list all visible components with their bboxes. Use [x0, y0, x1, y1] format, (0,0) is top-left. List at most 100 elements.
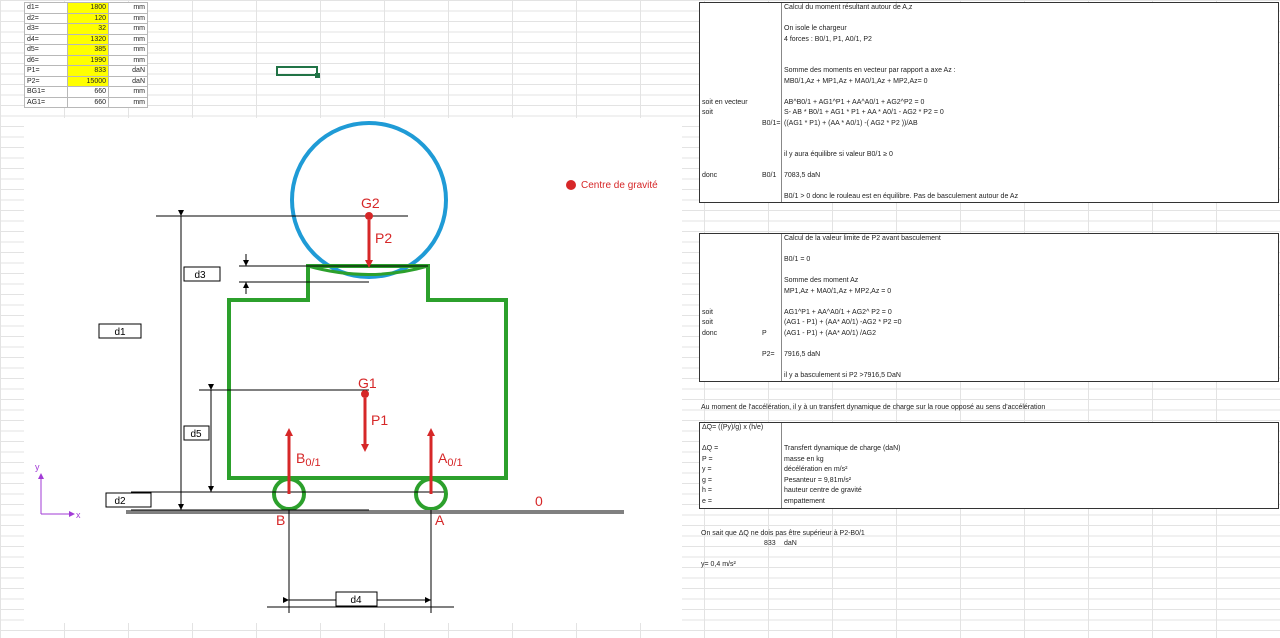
cell-c[interactable]: MP1,Az + MA0/1,Az + MP2,Az = 0 [784, 287, 891, 297]
cell-c[interactable]: AB^B0/1 + AG1^P1 + AA^A0/1 + AG2^P2 = 0 [784, 98, 924, 108]
param-value[interactable]: 385 [67, 44, 109, 56]
cell-c[interactable]: il y aura équilibre si valeur B0/1 ≥ 0 [784, 150, 893, 160]
cell-a[interactable]: ΔQ = [702, 444, 718, 454]
panel-p2-limit: Calcul de la valeur limite de P2 avant b… [699, 233, 1279, 382]
cell-b[interactable]: B0/1 [762, 171, 776, 181]
cell-c[interactable]: On isole le chargeur [784, 24, 847, 34]
panel-row: B0/1 = 0 [700, 255, 1278, 265]
param-value[interactable]: 833 [67, 65, 109, 77]
cell-a[interactable]: soit [702, 308, 713, 318]
cell-c[interactable]: (AG1 - P1) + (AA* A0/1) /AG2 [784, 329, 876, 339]
cell-a[interactable]: soit [702, 318, 713, 328]
param-row: d4= 1320 mm [24, 33, 148, 45]
param-row: BG1= 660 mm [24, 86, 148, 98]
selected-cell[interactable] [276, 66, 320, 78]
cell-c[interactable]: il y a basculement si P2 >7916,5 DaN [784, 371, 901, 381]
param-value[interactable]: 660 [67, 96, 109, 108]
cell-c[interactable]: masse en kg [784, 455, 824, 465]
label-b01: B0/1 [296, 450, 321, 469]
param-unit[interactable]: mm [108, 86, 148, 98]
cell-a[interactable]: e = [702, 497, 712, 507]
param-row: P1= 833 daN [24, 65, 148, 77]
panel-row: ΔQ= ((Py)/g) x (h/e) [700, 423, 1278, 433]
label-a01-sub: 0/1 [447, 457, 462, 469]
param-value[interactable]: 15000 [67, 75, 109, 87]
cell-c[interactable]: empattement [784, 497, 825, 507]
param-row: P2= 15000 daN [24, 75, 148, 87]
param-name[interactable]: d4= [24, 33, 68, 45]
panel-row: h = hauteur centre de gravité [700, 486, 1278, 496]
cell-c[interactable]: B0/1 > 0 donc le rouleau est en équilibr… [784, 192, 1018, 202]
label-zero: 0 [535, 493, 543, 509]
param-row: d1= 1800 mm [24, 2, 148, 14]
param-name[interactable]: d6= [24, 54, 68, 66]
param-value[interactable]: 1990 [67, 54, 109, 66]
cell-b[interactable]: B0/1= [762, 119, 781, 129]
cell-a[interactable]: g = [702, 476, 712, 486]
cell-c[interactable]: hauteur centre de gravité [784, 486, 862, 496]
param-value[interactable]: 32 [67, 23, 109, 35]
cell-c[interactable]: Transfert dynamique de charge (daN) [784, 444, 900, 454]
cell-b[interactable]: P [762, 329, 767, 339]
param-name[interactable]: BG1= [24, 86, 68, 98]
param-unit[interactable]: mm [108, 54, 148, 66]
param-value[interactable]: 660 [67, 86, 109, 98]
cell-c[interactable]: Somme des moment Az [784, 276, 858, 286]
panel-row: Somme des moment Az [700, 276, 1278, 286]
panel-row: Somme des moments en vecteur par rapport… [700, 66, 1278, 76]
cell-c[interactable]: AG1^P1 + AA^A0/1 + AG2^ P2 = 0 [784, 308, 892, 318]
cell-a[interactable]: y = [702, 465, 712, 475]
cell-c[interactable]: (AG1 - P1) + (AA* A0/1) -AG2 * P2 =0 [784, 318, 902, 328]
label-a01: A0/1 [438, 450, 463, 469]
cell-a[interactable]: donc [702, 329, 717, 339]
label-b: B [276, 512, 285, 528]
dim-label-d2: d2 [114, 496, 126, 507]
param-unit[interactable]: mm [108, 2, 148, 14]
cell-c[interactable]: S- AB * B0/1 + AG1 * P1 + AA * A0/1 - AG… [784, 108, 944, 118]
param-name[interactable]: d2= [24, 12, 68, 24]
cell-c[interactable]: ((AG1 * P1) + (AA * A0/1) -( AG2 * P2 ))… [784, 119, 918, 129]
param-unit[interactable]: mm [108, 44, 148, 56]
cell-c[interactable]: Pesanteur = 9,81m/s² [784, 476, 851, 486]
param-name[interactable]: P1= [24, 65, 68, 77]
panel-row: MB0/1,Az + MP1,Az + MA0/1,Az + MP2,Az= 0 [700, 77, 1278, 87]
param-unit[interactable]: mm [108, 23, 148, 35]
param-name[interactable]: d5= [24, 44, 68, 56]
param-value[interactable]: 1320 [67, 33, 109, 45]
cell-a[interactable]: h = [702, 486, 712, 496]
param-name[interactable]: P2= [24, 75, 68, 87]
param-name[interactable]: AG1= [24, 96, 68, 108]
cell-c[interactable]: 7083,5 daN [784, 171, 820, 181]
cell-a[interactable]: soit [702, 108, 713, 118]
cell-c[interactable]: 7916,5 daN [784, 350, 820, 360]
panel-row: MP1,Az + MA0/1,Az + MP2,Az = 0 [700, 287, 1278, 297]
cell-a[interactable]: soit en vecteur [702, 98, 748, 108]
param-unit[interactable]: daN [108, 75, 148, 87]
cell-c[interactable]: décélération en m/s² [784, 465, 847, 475]
cell-a[interactable]: P = [702, 455, 713, 465]
param-unit[interactable]: mm [108, 96, 148, 108]
panel-row [700, 56, 1278, 66]
param-unit[interactable]: daN [108, 65, 148, 77]
cell-c[interactable]: Somme des moments en vecteur par rapport… [784, 66, 956, 76]
param-unit[interactable]: mm [108, 33, 148, 45]
cell-c[interactable]: B0/1 = 0 [784, 255, 810, 265]
dim-label-d3: d3 [194, 270, 206, 281]
panel-row [700, 297, 1278, 307]
cell-c[interactable]: Calcul du moment résultant autour de A,z [784, 3, 912, 13]
panel-row: donc P (AG1 - P1) + (AA* A0/1) /AG2 [700, 329, 1278, 339]
param-unit[interactable]: mm [108, 12, 148, 24]
cell-a[interactable]: donc [702, 171, 717, 181]
cell-a[interactable]: ΔQ= ((Py)/g) x (h/e) [702, 423, 763, 433]
panel-row: y = décélération en m/s² [700, 465, 1278, 475]
cell-c[interactable]: Calcul de la valeur limite de P2 avant b… [784, 234, 941, 244]
cell-c[interactable]: 4 forces : B0/1, P1, A0/1, P2 [784, 35, 872, 45]
panel-row [700, 87, 1278, 97]
cell-c[interactable]: MB0/1,Az + MP1,Az + MA0/1,Az + MP2,Az= 0 [784, 77, 928, 87]
param-value[interactable]: 1800 [67, 2, 109, 14]
cell-b[interactable]: P2= [762, 350, 775, 360]
panel-row [700, 434, 1278, 444]
param-name[interactable]: d3= [24, 23, 68, 35]
param-name[interactable]: d1= [24, 2, 68, 14]
param-value[interactable]: 120 [67, 12, 109, 24]
